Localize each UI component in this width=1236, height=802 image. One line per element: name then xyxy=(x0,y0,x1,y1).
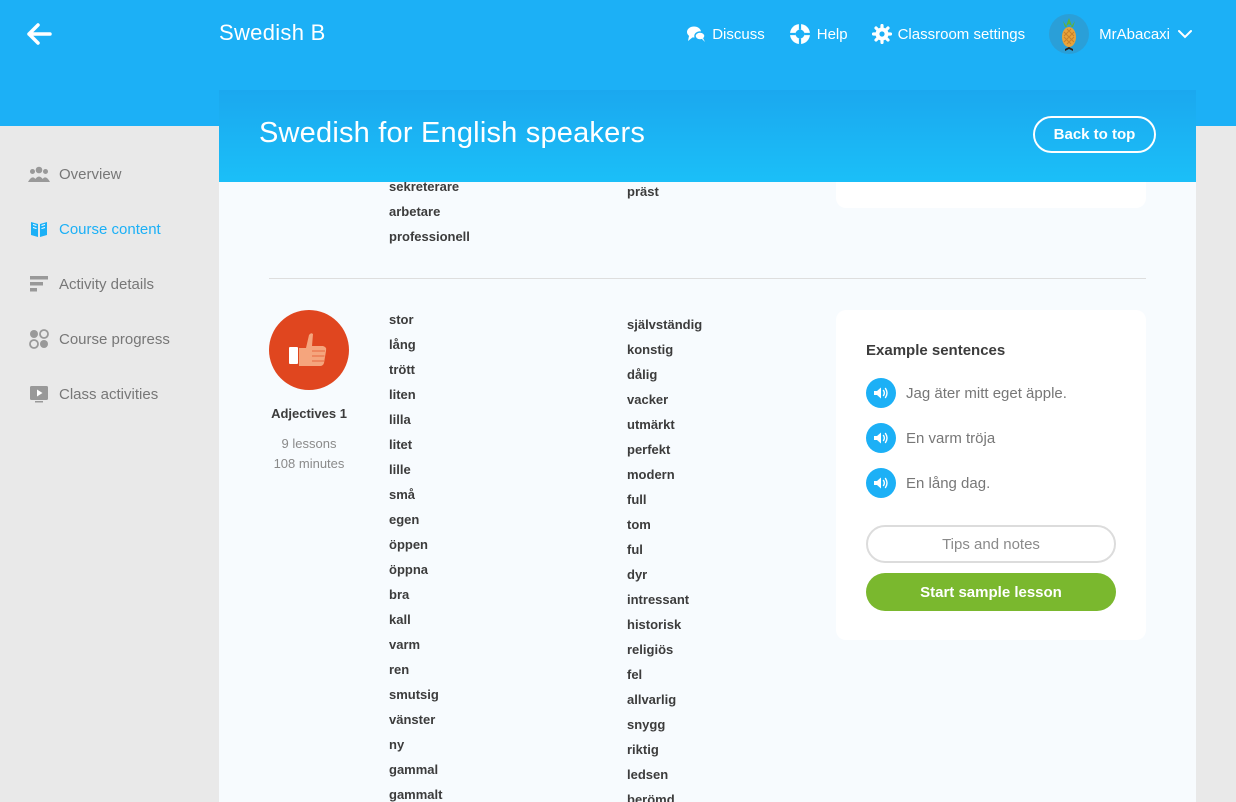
word-item: gammalt xyxy=(389,787,443,802)
example-sentences-title: Example sentences xyxy=(866,342,1006,359)
word-item: perfekt xyxy=(627,442,671,457)
arrow-left-icon[interactable] xyxy=(26,22,54,46)
word-item: litet xyxy=(389,437,413,452)
word-item: liten xyxy=(389,387,416,402)
tips-and-notes-button[interactable]: Tips and notes xyxy=(866,525,1116,563)
word-item: arbetare xyxy=(389,204,441,219)
word-item: lång xyxy=(389,337,416,352)
skill-icon[interactable] xyxy=(269,310,349,390)
discuss-link[interactable]: Discuss xyxy=(686,25,765,43)
sidebar-item-label: Activity details xyxy=(59,275,155,293)
word-item: präst xyxy=(627,184,659,199)
divider xyxy=(269,278,1146,279)
word-item: ful xyxy=(627,542,643,557)
sidebar-item-course-content[interactable]: Course content xyxy=(28,219,161,239)
word-item: allvarlig xyxy=(627,692,677,707)
help-label: Help xyxy=(816,25,848,43)
word-item: öppna xyxy=(389,562,428,577)
word-item: fel xyxy=(627,667,643,682)
discuss-label: Discuss xyxy=(712,25,765,43)
sidebar-item-class-activities[interactable]: Class activities xyxy=(28,384,158,404)
word-item: tom xyxy=(627,517,651,532)
sidebar-item-label: Course progress xyxy=(59,330,170,348)
speaker-icon[interactable] xyxy=(866,378,896,408)
bars-icon xyxy=(28,274,50,294)
word-item: modern xyxy=(627,467,675,482)
avatar xyxy=(1049,14,1090,54)
page-title: Swedish for English speakers xyxy=(259,117,646,149)
classroom-settings-label: Classroom settings xyxy=(897,25,1026,43)
skill-name: Adjectives 1 xyxy=(271,406,347,421)
word-item: ledsen xyxy=(627,767,669,782)
word-item: små xyxy=(389,487,416,502)
word-item: bra xyxy=(389,587,410,602)
word-item: professionell xyxy=(389,229,470,244)
word-item: ren xyxy=(389,662,410,677)
word-item: intressant xyxy=(627,592,690,607)
word-item: kall xyxy=(389,612,411,627)
course-panel: Swedish for English speakers Back to top… xyxy=(219,90,1196,802)
word-item: vacker xyxy=(627,392,669,407)
example-sentence: Jag äter mitt eget äpple. xyxy=(906,384,1067,402)
skill-lessons: 9 lessons xyxy=(281,436,337,451)
example-sentence: En lång dag. xyxy=(906,474,991,492)
sidebar-item-label: Course content xyxy=(59,220,161,238)
word-item: dyr xyxy=(627,567,648,582)
word-item: varm xyxy=(389,637,421,652)
word-item: egen xyxy=(389,512,420,527)
pineapple-avatar-icon xyxy=(1062,18,1077,51)
chat-bubbles-icon xyxy=(687,26,706,42)
book-icon xyxy=(28,219,50,239)
word-item: vänster xyxy=(389,712,436,727)
word-item: historisk xyxy=(627,617,682,632)
word-item: snygg xyxy=(627,717,666,732)
sidebar-item-activity-details[interactable]: Activity details xyxy=(28,274,154,294)
gear-icon xyxy=(871,24,892,44)
sidebar-item-course-progress[interactable]: Course progress xyxy=(28,329,170,349)
lifebuoy-icon xyxy=(789,24,810,44)
sidebar-item-label: Overview xyxy=(59,165,122,183)
word-item: lilla xyxy=(389,412,411,427)
sidebar-item-label: Class activities xyxy=(59,385,159,403)
word-item: konstig xyxy=(627,342,674,357)
example-sentence-row: Jag äter mitt eget äpple. xyxy=(866,378,1067,408)
sidebar-item-overview[interactable]: Overview xyxy=(28,164,122,184)
word-item: lille xyxy=(389,462,411,477)
word-item: full xyxy=(627,492,647,507)
classroom-settings-link[interactable]: Classroom settings xyxy=(871,24,1026,44)
help-link[interactable]: Help xyxy=(789,23,848,45)
word-item: stor xyxy=(389,312,414,327)
word-item: självständig xyxy=(627,317,703,332)
chevron-down-icon[interactable] xyxy=(1178,29,1192,39)
word-item: trött xyxy=(389,362,415,377)
example-sentences-card: Example sentences Jag äter mitt eget äpp… xyxy=(836,310,1146,640)
example-sentence: En varm tröja xyxy=(906,429,996,447)
word-item: öppen xyxy=(389,537,428,552)
word-item: religiös xyxy=(627,642,674,657)
top-nav: Discuss Help Classroom settings MrAbacax… xyxy=(686,14,1236,54)
example-sentence-row: En lång dag. xyxy=(866,468,990,498)
user-name: MrAbacaxi xyxy=(1099,25,1170,43)
people-icon xyxy=(28,164,50,184)
word-item: berömd xyxy=(627,792,675,802)
back-to-top-button[interactable]: Back to top xyxy=(1033,116,1156,153)
word-item: ny xyxy=(389,737,405,752)
word-item: utmärkt xyxy=(627,417,675,432)
start-sample-lesson-button[interactable]: Start sample lesson xyxy=(866,573,1116,611)
word-item: smutsig xyxy=(389,687,439,702)
circles-icon xyxy=(28,329,50,349)
word-item: gammal xyxy=(389,762,439,777)
word-item: riktig xyxy=(627,742,659,757)
course-name: Swedish B xyxy=(219,20,326,45)
skill-minutes: 108 minutes xyxy=(273,456,345,471)
panel-header: Swedish for English speakers Back to top xyxy=(219,90,1196,182)
example-sentence-row: En varm tröja xyxy=(866,423,995,453)
speaker-icon[interactable] xyxy=(866,468,896,498)
thumbs-up-icon xyxy=(289,333,327,366)
user-menu[interactable]: MrAbacaxi xyxy=(1049,14,1192,54)
video-icon xyxy=(28,384,50,404)
speaker-icon[interactable] xyxy=(866,423,896,453)
word-item: dålig xyxy=(627,367,658,382)
